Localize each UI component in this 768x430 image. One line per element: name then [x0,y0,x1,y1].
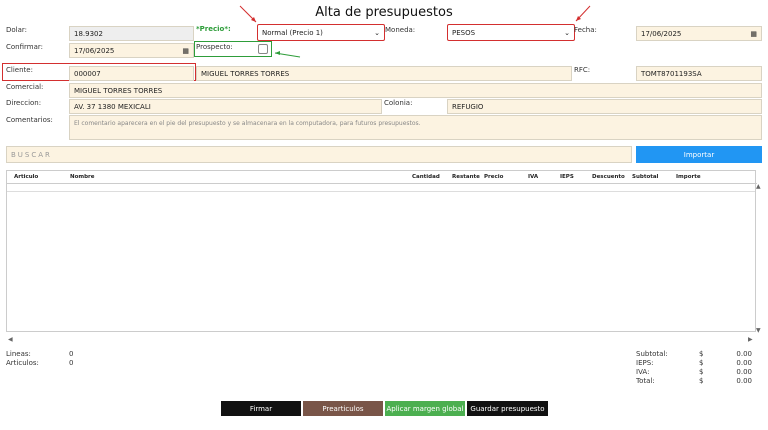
ieps-currency: $ [699,359,704,367]
lineas-value: 0 [69,350,74,358]
comercial-field[interactable]: MIGUEL TORRES TORRES [69,83,762,98]
dolar-field[interactable]: 18.9302 [69,26,194,41]
header-articulo: Articulo [14,174,39,180]
prearticulos-button[interactable]: Prearticulos [303,401,383,416]
precio-select[interactable]: Normal (Precio 1) ⌄ [257,24,385,41]
articulos-value: 0 [69,359,74,367]
chevron-down-icon: ⌄ [374,28,380,37]
header-nombre: Nombre [70,174,95,180]
iva-label: IVA: [636,368,650,376]
header-ieps: IEPS [560,174,574,180]
cliente-code-field[interactable]: 000007 [69,66,194,81]
ieps-label: IEPS: [636,359,654,367]
direccion-label: Direccion: [6,99,42,107]
chevron-down-icon: ⌄ [564,28,570,37]
scroll-right-icon[interactable]: ▶ [748,336,753,343]
aplicar-margen-button[interactable]: Aplicar margen global [385,401,465,416]
moneda-label: Moneda: [385,26,416,34]
cliente-label: Cliente: [6,66,33,74]
table-header-row: Articulo Nombre Cantidad Restante Precio… [7,171,757,184]
total-label: Total: [636,377,655,385]
iva-value: 0.00 [736,368,752,376]
fecha-label: Fecha: [574,26,597,34]
subtotal-value: 0.00 [736,350,752,358]
comentarios-textarea[interactable]: El comentario aparecera en el pie del pr… [69,115,762,140]
lineas-label: Lineas: [6,350,31,358]
comercial-label: Comercial: [6,83,44,91]
moneda-select[interactable]: PESOS ⌄ [447,24,575,41]
scroll-up-icon[interactable]: ▲ [756,183,761,190]
fecha-field[interactable]: 17/06/2025 ▦ [636,26,762,41]
header-cantidad: Cantidad [412,174,440,180]
total-value: 0.00 [736,377,752,385]
importar-button[interactable]: Importar [636,146,762,163]
dolar-label: Dolar: [6,26,28,34]
subtotal-currency: $ [699,350,704,358]
scroll-down-icon[interactable]: ▼ [756,327,761,334]
firmar-button[interactable]: Firmar [221,401,301,416]
guardar-presupuesto-button[interactable]: Guardar presupuesto [467,401,548,416]
colonia-label: Colonia: [384,99,413,107]
confirmar-value: 17/06/2025 [74,46,115,55]
header-iva: IVA [528,174,539,180]
subtotal-label: Subtotal: [636,350,668,358]
header-importe: Importe [676,174,701,180]
header-descuento: Descuento [592,174,625,180]
fecha-value: 17/06/2025 [641,29,682,38]
header-subtotal: Subtotal [632,174,659,180]
iva-currency: $ [699,368,704,376]
precio-select-value: Normal (Precio 1) [262,28,323,37]
articulos-label: Articulos: [6,359,39,367]
rfc-field[interactable]: TOMT8701193SA [636,66,762,81]
header-precio: Precio [484,174,504,180]
cliente-name-field[interactable]: MIGUEL TORRES TORRES [196,66,572,81]
rfc-label: RFC: [574,66,591,74]
calendar-icon[interactable]: ▦ [750,30,757,38]
prospecto-label: Prospecto: [196,43,233,51]
header-restante: Restante [452,174,480,180]
total-currency: $ [699,377,704,385]
comentarios-label: Comentarios: [6,116,53,124]
confirmar-label: Confirmar: [6,43,43,51]
calendar-icon[interactable]: ▦ [182,47,189,55]
prospecto-checkbox[interactable] [258,44,268,54]
direccion-field[interactable]: AV. 37 1380 MEXICALI [69,99,382,114]
items-table: Articulo Nombre Cantidad Restante Precio… [6,170,757,332]
confirmar-field[interactable]: 17/06/2025 ▦ [69,43,194,58]
precio-label: *Precio*: [196,25,231,33]
search-input[interactable]: BUSCAR [6,146,632,163]
page-title: Alta de presupuestos [315,5,453,20]
moneda-select-value: PESOS [452,28,476,37]
colonia-field[interactable]: REFUGIO [447,99,762,114]
table-empty-row [7,184,755,192]
ieps-value: 0.00 [736,359,752,367]
scroll-left-icon[interactable]: ◀ [8,336,13,343]
